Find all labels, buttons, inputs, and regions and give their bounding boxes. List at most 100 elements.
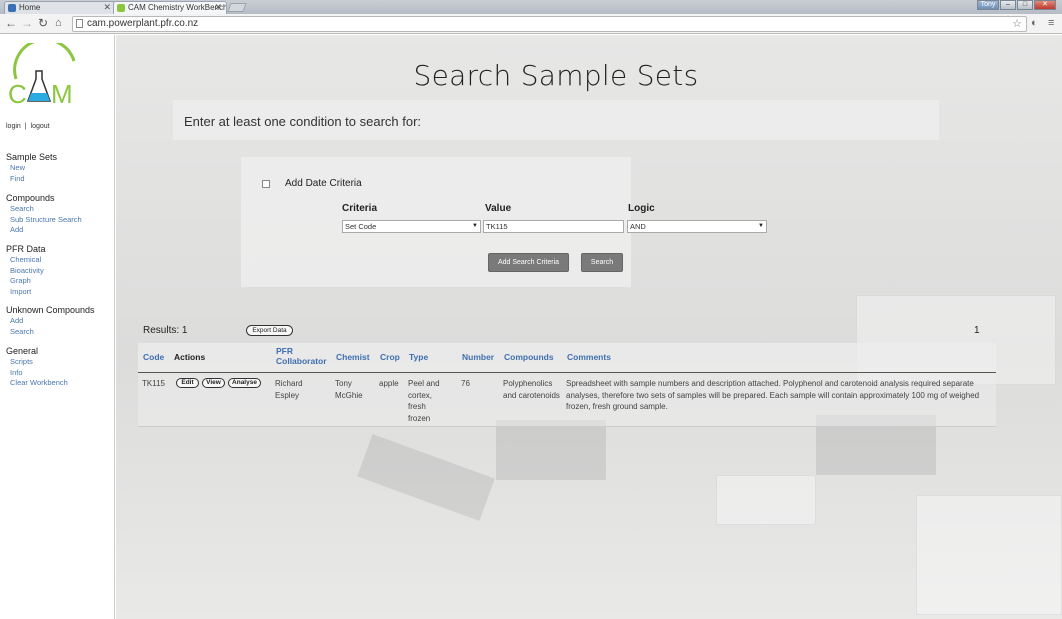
criteria-select[interactable]: Set Code ▼ [342,220,481,233]
cell-compounds: Polyphenolics and carotenoids [503,379,560,400]
minimize-icon[interactable]: – [1000,0,1016,10]
sidebar-item-graph[interactable]: Graph [6,276,46,287]
maximize-icon[interactable]: □ [1017,0,1033,10]
sidebar-item-clear-workbench[interactable]: Clear Workbench [6,378,68,389]
logic-select[interactable]: AND ▼ [627,220,767,233]
background-shape [357,434,495,521]
nav-group-unknown-compounds: Unknown Compounds Add Search [6,305,95,337]
intro-text: Enter at least one condition to search f… [184,114,422,129]
pagination-page[interactable]: 1 [974,325,980,336]
column-header-type[interactable]: Type [409,352,428,362]
close-window-icon[interactable]: ✕ [1034,0,1056,10]
criteria-selected-value: Set Code [345,222,377,231]
logic-header: Logic [628,203,655,214]
sidebar-item-info[interactable]: Info [6,368,68,379]
home-icon[interactable]: ⌂ [55,17,62,30]
nav-group-pfr-data: PFR Data Chemical Bioactivity Graph Impo… [6,244,46,297]
intro-panel: Enter at least one condition to search f… [173,100,939,140]
cell-crop: apple [379,379,399,388]
value-header: Value [485,203,512,214]
sidebar-item-find-sample-set[interactable]: Find [6,174,57,185]
back-arrow-icon[interactable]: ← [5,17,17,30]
cell-number: 76 [461,379,470,388]
sidebar-item-compound-search[interactable]: Search [6,204,82,215]
background-shape [716,475,816,525]
browser-tab-cam[interactable]: CAM Chemistry WorkBench ✕ [113,1,227,14]
nav-group-title: Unknown Compounds [6,305,95,315]
cell-code: TK115 [142,379,165,388]
svg-text:C: C [8,79,27,105]
results-count: Results: 1 [143,325,188,336]
window-controls: Tony – □ ✕ [977,0,1056,11]
column-header-compounds[interactable]: Compounds [504,352,554,362]
cell-collaborator: Richard Espley [275,379,303,400]
sidebar-item-scripts[interactable]: Scripts [6,357,68,368]
user-badge[interactable]: Tony [977,0,999,10]
column-header-crop[interactable]: Crop [380,352,400,362]
sidebar-item-new-sample-set[interactable]: New [6,163,57,174]
cell-chemist: Tony McGhie [335,379,363,400]
sidebar-item-chemical[interactable]: Chemical [6,255,46,266]
nav-group-sample-sets: Sample Sets New Find [6,152,57,184]
date-criteria-label: Add Date Criteria [285,178,362,189]
url-text: cam.powerplant.pfr.co.nz [87,18,199,29]
edit-button[interactable]: Edit [176,378,199,388]
column-header-collaborator[interactable]: PFR Collaborator [276,346,332,366]
extension-icon[interactable]: ◐ [1031,17,1038,29]
results-table: Code Actions PFR Collaborator Chemist Cr… [138,343,996,427]
view-button[interactable]: View [202,378,225,388]
sidebar-item-bioactivity[interactable]: Bioactivity [6,266,46,277]
column-header-comments[interactable]: Comments [567,352,611,362]
search-button[interactable]: Search [581,253,623,272]
page-title: Search Sample Sets [413,59,699,92]
dropdown-arrow-icon: ▼ [758,223,764,229]
login-link[interactable]: login [6,123,21,130]
browser-tab-home[interactable]: Home ✕ [4,1,116,14]
browser-tab-bar: Home ✕ CAM Chemistry WorkBench ✕ Tony – … [0,0,1062,14]
cell-comments: Spreadsheet with sample numbers and desc… [566,379,980,411]
menu-icon[interactable]: ≡ [1048,17,1054,29]
date-criteria-checkbox[interactable] [262,180,270,188]
sidebar: C M login | logout Sample Sets New Find … [0,35,115,619]
column-header-number[interactable]: Number [462,352,494,362]
close-icon[interactable]: ✕ [214,2,222,13]
value-input[interactable]: TK115 [483,220,624,233]
search-form: Add Date Criteria Criteria Value Logic S… [241,157,767,287]
auth-separator: | [24,123,27,130]
nav-group-title: General [6,346,39,356]
browser-toolbar: ← → ↻ ⌂ cam.powerplant.pfr.co.nz ☆ ◐ ≡ [0,14,1062,34]
column-header-chemist[interactable]: Chemist [336,352,370,362]
table-row: TK115 Edit View Analyse Richard Espley T… [138,373,996,427]
export-data-button[interactable]: Export Data [246,325,293,336]
tab-label: Home [19,3,41,12]
address-bar[interactable]: cam.powerplant.pfr.co.nz ☆ [72,16,1027,32]
sidebar-item-compound-add[interactable]: Add [6,225,82,236]
cam-logo[interactable]: C M [8,43,84,105]
sidebar-item-sub-structure-search[interactable]: Sub Structure Search [6,215,82,226]
close-icon[interactable]: ✕ [103,2,111,13]
home-favicon-icon [8,4,16,12]
tab-label: CAM Chemistry WorkBench [128,3,227,12]
nav-group-compounds: Compounds Search Sub Structure Search Ad… [6,193,82,236]
background-shape [496,420,606,480]
logic-selected-value: AND [630,222,646,231]
svg-text:M: M [51,79,73,105]
logout-link[interactable]: logout [31,123,50,130]
reload-icon[interactable]: ↻ [38,17,48,30]
sidebar-item-unknown-add[interactable]: Add [6,316,95,327]
bookmark-star-icon[interactable]: ☆ [1012,17,1022,31]
page-icon [76,19,83,28]
table-header: Code Actions PFR Collaborator Chemist Cr… [138,343,996,373]
nav-group-title: Sample Sets [6,152,58,162]
new-tab-button[interactable] [227,3,247,12]
value-input-text: TK115 [486,222,508,231]
column-header-code[interactable]: Code [143,352,164,362]
add-search-criteria-button[interactable]: Add Search Criteria [488,253,569,272]
sidebar-item-unknown-search[interactable]: Search [6,327,95,338]
nav-group-title: PFR Data [6,244,46,254]
sidebar-item-import[interactable]: Import [6,287,46,298]
background-shape [916,495,1062,615]
forward-arrow-icon[interactable]: → [21,17,33,30]
analyse-button[interactable]: Analyse [228,378,261,388]
nav-group-title: Compounds [6,193,55,203]
